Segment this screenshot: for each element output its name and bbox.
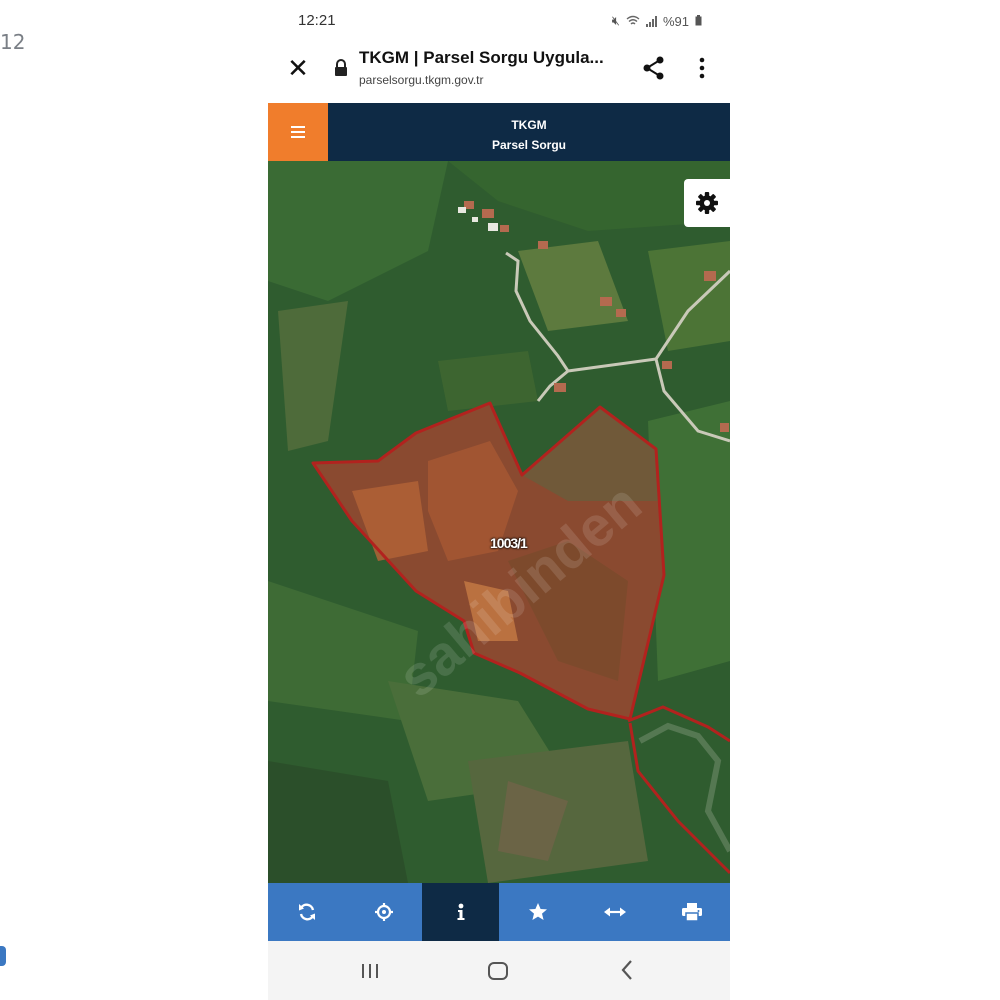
- more-vert-icon[interactable]: [692, 54, 712, 82]
- battery-icon: [695, 14, 702, 29]
- browser-toolbar: ✕ TKGM | Parsel Sorgu Uygula... parselso…: [268, 42, 730, 102]
- system-nav-bar: [268, 941, 730, 1000]
- wifi-icon: [626, 14, 640, 29]
- edge-clock-fragment: 12: [0, 30, 26, 54]
- signal-icon: [645, 15, 657, 27]
- home-icon[interactable]: [488, 962, 508, 980]
- header-title-tkgm: TKGM: [511, 118, 547, 132]
- recents-icon[interactable]: [360, 963, 380, 979]
- info-button[interactable]: [422, 883, 499, 941]
- lock-icon: [334, 59, 348, 77]
- locate-button[interactable]: [345, 883, 422, 941]
- refresh-icon: [298, 903, 315, 921]
- status-indicators: 🔇︎ %91: [612, 13, 702, 29]
- header-title-parsel-sorgu: Parsel Sorgu: [491, 138, 567, 152]
- print-icon: [681, 903, 702, 921]
- bottom-toolbar: [268, 883, 730, 941]
- page-title: TKGM | Parsel Sorgu Uygula...: [359, 48, 604, 67]
- back-icon[interactable]: [620, 959, 634, 981]
- status-time: 12:21: [298, 12, 336, 29]
- measure-button[interactable]: [576, 883, 653, 941]
- edge-app-fragment: [0, 946, 6, 966]
- locate-icon: [374, 903, 393, 921]
- close-icon[interactable]: ✕: [284, 54, 312, 82]
- phone-screen: 12:21 🔇︎ %91 ✕ TKGM | Parsel Sorgu Uygul…: [268, 0, 730, 1000]
- share-icon[interactable]: [640, 54, 668, 82]
- hamburger-icon[interactable]: [268, 103, 328, 161]
- parcel-number-label: 1003/1: [490, 535, 528, 551]
- measure-icon: [603, 907, 626, 917]
- favorite-button[interactable]: [499, 883, 576, 941]
- map-imagery: sahibinden: [268, 161, 730, 883]
- satellite-map[interactable]: sahibinden 1003/1: [268, 161, 730, 883]
- gear-icon[interactable]: [684, 179, 730, 227]
- info-icon: [457, 903, 464, 920]
- battery-percent: %91: [662, 13, 689, 29]
- screenshot-canvas: 12 12:21 🔇︎ %91 ✕ TKGM | Parsel Sorgu Uy…: [0, 0, 1000, 1000]
- star-icon: [528, 903, 547, 920]
- page-url[interactable]: parselsorgu.tkgm.gov.tr: [359, 73, 484, 87]
- mute-icon: 🔇︎: [611, 13, 620, 28]
- refresh-button[interactable]: [268, 883, 345, 941]
- app-header: TKGM Parsel Sorgu: [268, 103, 730, 161]
- status-bar: 12:21 🔇︎ %91: [268, 0, 730, 42]
- print-button[interactable]: [653, 883, 730, 941]
